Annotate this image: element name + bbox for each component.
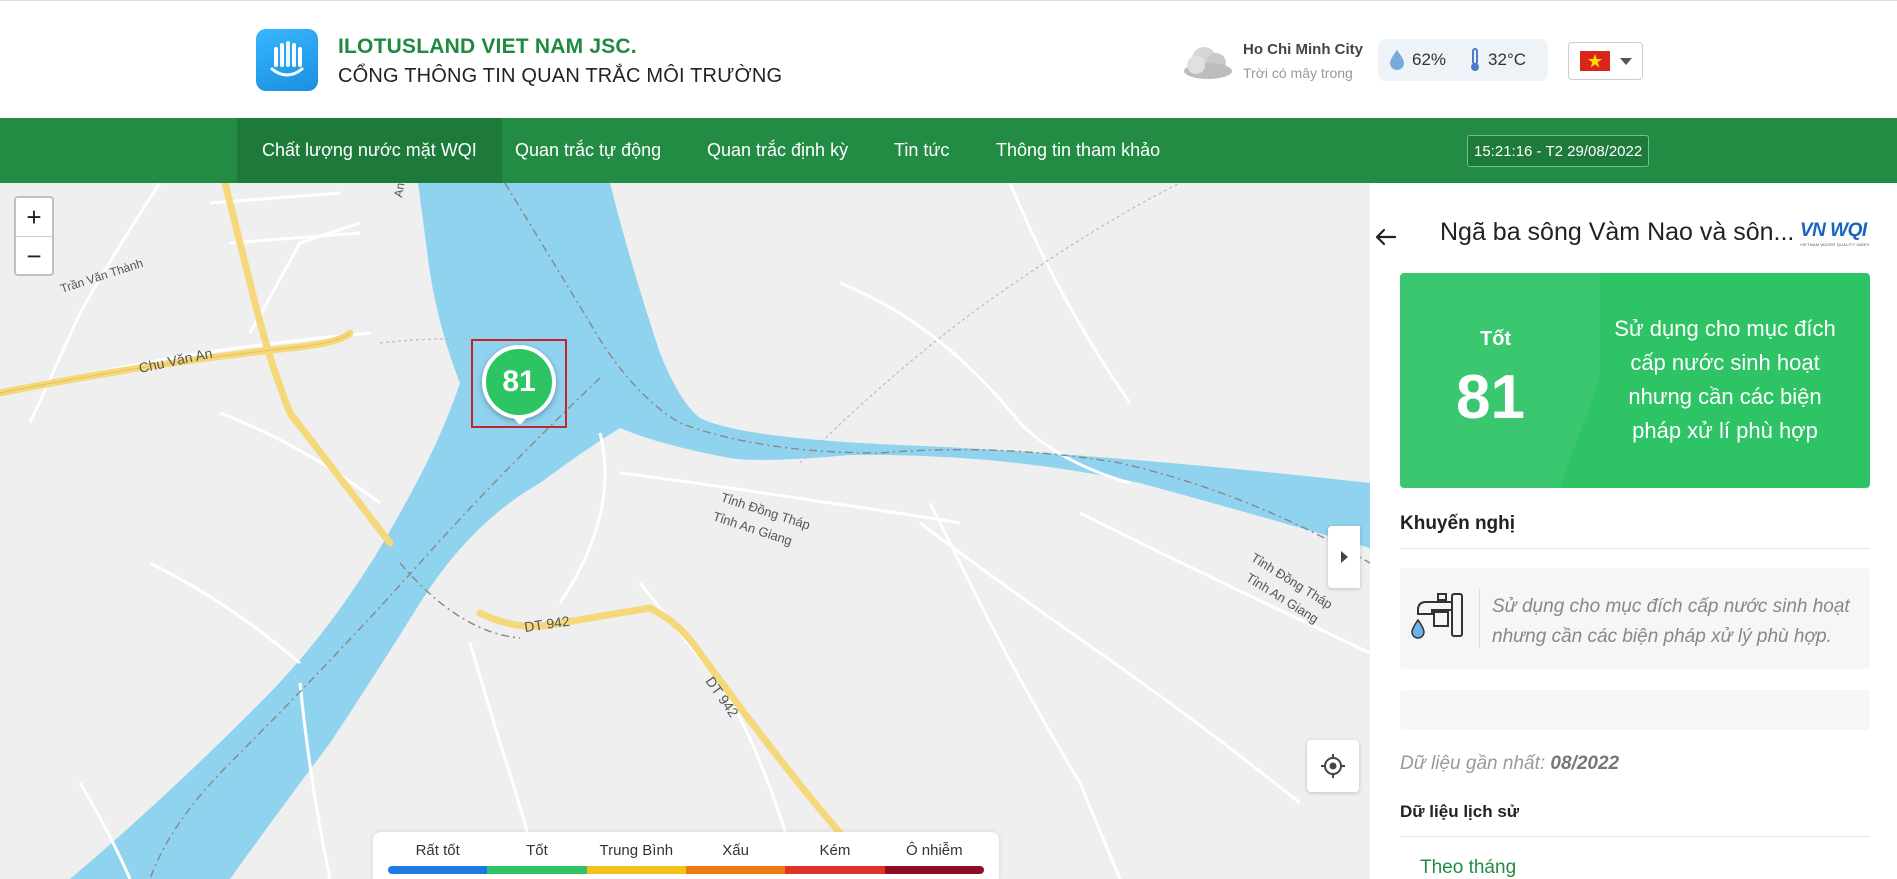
recommendation-title: Khuyến nghị [1400,513,1516,534]
vn-wqi-badge-subtitle: VIETNAM WATER QUALITY INDEX [1800,242,1870,247]
caret-right-icon [1341,551,1348,563]
vn-wqi-badge: VN WQI VIETNAM WATER QUALITY INDEX [1800,220,1870,247]
map-label-an: An [391,183,407,199]
map-label-dt942-a: DT 942 [523,613,571,635]
wqi-level: Tốt [1480,328,1512,350]
arrow-left-icon [1375,228,1397,246]
brand-name: ILOTUSLAND VIET NAM JSC. [338,35,637,58]
wqi-value: 81 [1456,363,1525,432]
legend-label-polluted: Ô nhiễm [905,842,963,859]
vn-wqi-badge-title: VN WQI [1800,220,1867,241]
wqi-description: Sử dụng cho mục đích cấp nước sinh hoạt … [1614,316,1836,443]
cloudy-icon [1180,41,1236,81]
thermometer-icon [1471,48,1480,71]
nav-item-wqi[interactable]: Chất lượng nước mặt WQI [237,118,502,183]
brand-subtitle: CỔNG THÔNG TIN QUAN TRẮC MÔI TRƯỜNG [338,65,783,87]
legend-swatch [685,866,786,874]
vietnam-flag-icon [1579,51,1610,71]
water-tap-icon [1408,590,1466,648]
legend-label-medium: Trung Bình [599,842,674,859]
weather-stats: 62% 32°C [1378,39,1548,81]
temperature-value: 32°C [1488,50,1527,69]
tab-monthly[interactable]: Theo tháng [1420,857,1516,879]
humidity-icon [1390,50,1404,70]
legend-label-poor: Kém [819,842,851,859]
map-label-chu-van-an: Chu Văn An [137,345,213,376]
map[interactable]: Chu Văn An Trần Văn Thành DT 942 DT 942 … [0,183,1370,879]
history-title: Dữ liệu lịch sử [1400,802,1520,821]
recommendation-separator [1479,588,1480,648]
map-tiles: Chu Văn An Trần Văn Thành DT 942 DT 942 … [0,183,1370,879]
legend-swatch [388,866,488,874]
crosshair-icon [1321,754,1345,778]
recommendation-text: Sử dụng cho mục đích cấp nước sinh hoạt … [1492,596,1850,647]
latest-data-value: 08/2022 [1550,753,1620,774]
placeholder-box [1400,690,1870,730]
nav-item-reference[interactable]: Thông tin tham khảo [971,118,1185,183]
latest-data-label: Dữ liệu gần nhất: [1400,753,1546,774]
zoom-control: + − [14,196,54,276]
legend-color-bar [388,866,984,874]
nav-item-auto-monitoring[interactable]: Quan trắc tự động [490,118,686,183]
legend-swatch [586,866,686,874]
marker-pointer [511,415,529,425]
back-button[interactable] [1366,222,1406,252]
weather-description: Trời có mây trong [1243,65,1353,81]
weather-city: Ho Chi Minh City [1243,41,1363,58]
legend-label-very-good: Rất tốt [415,842,460,859]
chevron-down-icon [1619,57,1632,65]
divider [1400,836,1870,837]
collapse-panel-button[interactable] [1328,526,1360,588]
nav-item-news[interactable]: Tin tức [869,118,974,183]
nav-item-periodic-monitoring[interactable]: Quan trắc định kỳ [682,118,873,183]
station-marker[interactable]: 81 [482,345,556,419]
lotus-logo-icon[interactable] [256,29,318,91]
latest-data: Dữ liệu gần nhất: 08/2022 [1400,753,1619,775]
wqi-legend: Rất tốt Tốt Trung Bình Xấu Kém Ô nhiễm [373,832,999,879]
legend-label-good: Tốt [526,842,548,859]
header: ILOTUSLAND VIET NAM JSC. CỔNG THÔNG TIN … [0,0,1897,118]
legend-label-bad: Xấu [722,842,749,859]
station-title: Ngã ba sông Vàm Nao và sôn... [1440,218,1795,246]
legend-swatch [884,866,984,874]
legend-swatch [487,866,587,874]
divider [1400,548,1870,549]
humidity-value: 62% [1412,50,1447,69]
clock: 15:21:16 - T2 29/08/2022 [1467,135,1650,167]
zoom-out-button[interactable]: − [16,236,52,274]
locate-button[interactable] [1307,740,1359,792]
map-label-tran-van-thanh: Trần Văn Thành [59,256,145,296]
language-selector[interactable] [1568,42,1643,80]
zoom-in-button[interactable]: + [16,198,52,236]
legend-swatch [785,866,885,874]
